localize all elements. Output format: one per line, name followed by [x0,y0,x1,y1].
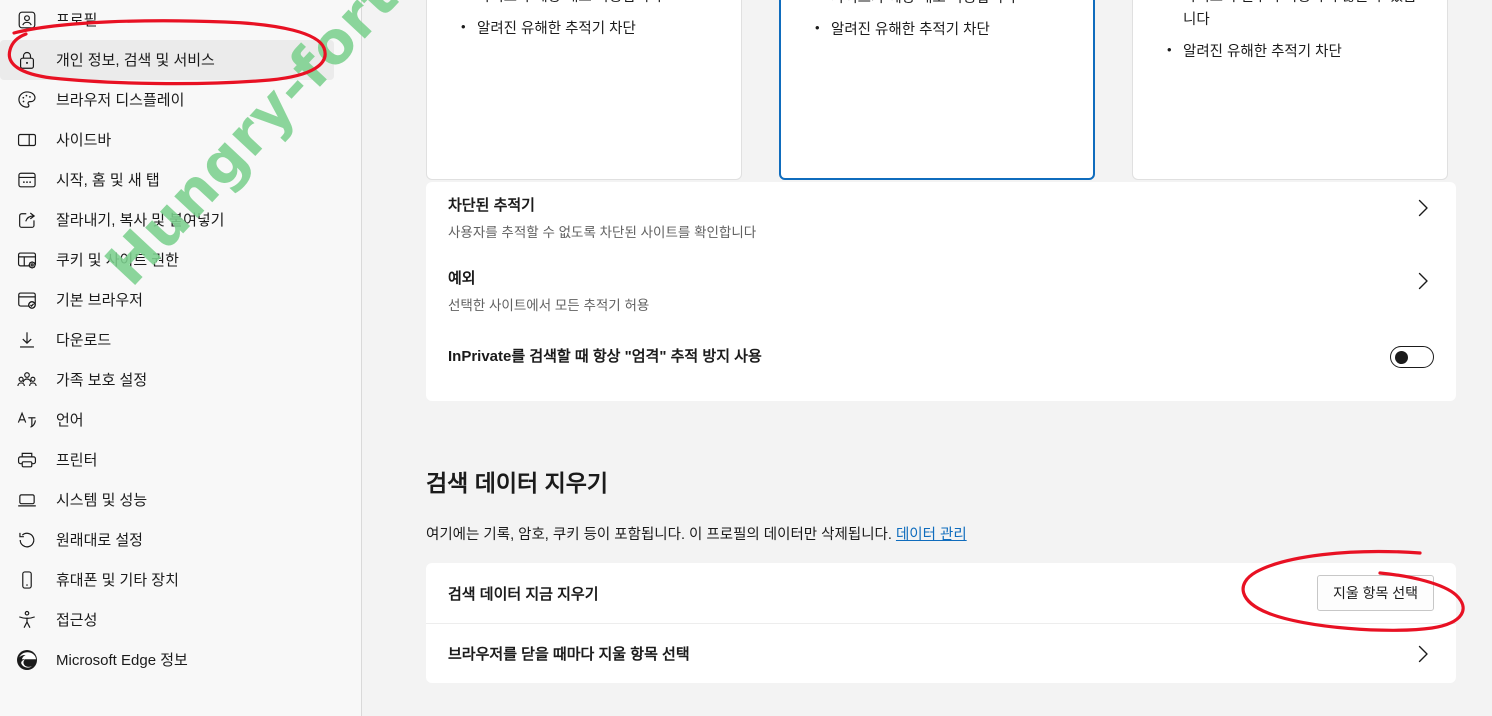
tracking-prevention-card-balanced[interactable]: 단합니다 콘텐츠와 광고는 개인 설정되지 않을 수 있습니다. 사이트가 예상… [779,0,1095,180]
sidebar-item-0[interactable]: 프로필 [0,0,334,40]
settings-page: 프로필개인 정보, 검색 및 서비스브라우저 디스플레이사이드바시작, 홈 및 … [0,0,1492,716]
sidebar-item-label: 시작, 홈 및 새 탭 [56,171,160,189]
row-subtitle: 사용자를 추적할 수 없도록 차단된 사이트를 확인합니다 [448,225,757,241]
tp-card-bullets: 콘텐츠와 광고는 개인 설정될 수 있습니다. 사이트가 예상 대로 작동합니다… [447,0,721,41]
row-clear-on-close[interactable]: 브라우저를 닫을 때마다 지울 항목 선택 [426,623,1456,683]
row-label: 검색 데이터 지금 지우기 [448,585,599,603]
sidebar-item-label: 프린터 [56,451,98,469]
sidebar-item-9[interactable]: 가족 보호 설정 [0,360,334,400]
sidebar-item-13[interactable]: 원래대로 설정 [0,520,334,560]
tracking-prevention-card-strict[interactable]: 차단합니다 콘텐츠와 광고는 개인 설정이 최소화될 것입니다. 사이트의 일부… [1132,0,1448,180]
sidebar-item-label: 잘라내기, 복사 및 붙여넣기 [56,211,225,229]
row-title: 예외 [448,270,476,288]
share-icon [14,207,40,233]
chevron-right-icon [1412,270,1434,292]
language-icon [14,407,40,433]
sidebar-item-label: 원래대로 설정 [56,531,143,549]
row-clear-now[interactable]: 검색 데이터 지금 지우기 지울 항목 선택 [426,563,1456,623]
sidebar-item-1[interactable]: 개인 정보, 검색 및 서비스 [0,40,334,80]
tp-bullet: 사이트가 예상 대로 작동합니다 [447,0,721,9]
sidebar-item-label: 기본 브라우저 [56,291,143,309]
profile-icon [14,7,40,33]
sidebar-item-3[interactable]: 사이드바 [0,120,334,160]
sidebar-item-label: 개인 정보, 검색 및 서비스 [56,51,215,69]
tp-bullet: 알려진 유해한 추적기 차단 [1153,40,1427,64]
download-icon [14,327,40,353]
sidebar-item-label: 쿠키 및 사이트 권한 [56,251,179,269]
tp-bullet: 사이트의 일부가 작동하지 않을 수 있습니다 [1153,0,1427,32]
phone-icon [14,567,40,593]
tracking-prevention-cards: 허용합니다 콘텐츠와 광고는 개인 설정될 수 있습니다. 사이트가 예상 대로… [426,0,1456,180]
sidebar-item-label: Microsoft Edge 정보 [56,651,188,669]
sidebar-item-6[interactable]: 쿠키 및 사이트 권한 [0,240,334,280]
settings-sidebar: 프로필개인 정보, 검색 및 서비스브라우저 디스플레이사이드바시작, 홈 및 … [0,0,362,716]
accessibility-icon [14,607,40,633]
sidebar-nav-list: 프로필개인 정보, 검색 및 서비스브라우저 디스플레이사이드바시작, 홈 및 … [0,0,361,680]
chevron-right-icon [1412,197,1434,219]
edge-logo-icon [14,647,40,673]
tracking-settings-card: 차단된 추적기 사용자를 추적할 수 없도록 차단된 사이트를 확인합니다 예외… [426,182,1456,401]
choose-what-to-clear-button[interactable]: 지울 항목 선택 [1316,575,1434,611]
default-browser-icon [14,287,40,313]
tp-bullet: 알려진 유해한 추적기 차단 [801,18,1073,42]
row-blocked-trackers[interactable]: 차단된 추적기 사용자를 추적할 수 없도록 차단된 사이트를 확인합니다 [426,182,1456,255]
sidebar-item-label: 접근성 [56,611,98,629]
cbd-description-text: 여기에는 기록, 암호, 쿠키 등이 포함됩니다. 이 프로필의 데이터만 삭제… [426,527,896,543]
clear-browsing-data-card: 검색 데이터 지금 지우기 지울 항목 선택 브라우저를 닫을 때마다 지울 항… [426,563,1456,683]
sidebar-item-12[interactable]: 시스템 및 성능 [0,480,334,520]
sidebar-item-label: 언어 [56,411,84,429]
sidebar-item-2[interactable]: 브라우저 디스플레이 [0,80,334,120]
sidebar-item-8[interactable]: 다운로드 [0,320,334,360]
row-title: 차단된 추적기 [448,197,535,214]
manage-data-link[interactable]: 데이터 관리 [896,527,967,543]
row-subtitle: 선택한 사이트에서 모든 추적기 허용 [448,298,650,314]
chevron-right-icon [1412,643,1434,665]
row-inprivate-strict[interactable]: InPrivate를 검색할 때 항상 "엄격" 추적 방지 사용 [426,328,1456,386]
tp-card-bullets: 콘텐츠와 광고는 개인 설정되지 않을 수 있습니다. 사이트가 예상 대로 작… [801,0,1073,42]
settings-main-content: 허용합니다 콘텐츠와 광고는 개인 설정될 수 있습니다. 사이트가 예상 대로… [362,0,1492,716]
family-icon [14,367,40,393]
row-label: 브라우저를 닫을 때마다 지울 항목 선택 [448,646,690,663]
sidebar-item-label: 시스템 및 성능 [56,491,148,509]
toggle-knob [1395,351,1408,365]
sidebar-item-5[interactable]: 잘라내기, 복사 및 붙여넣기 [0,200,334,240]
printer-icon [14,447,40,473]
sidebar-item-7[interactable]: 기본 브라우저 [0,280,334,320]
tp-bullet: 알려진 유해한 추적기 차단 [447,17,721,41]
sidebar-item-11[interactable]: 프린터 [0,440,334,480]
sidebar-item-label: 가족 보호 설정 [56,371,148,389]
sidebar-item-label: 다운로드 [56,331,112,349]
sidebar-item-16[interactable]: Microsoft Edge 정보 [0,640,334,680]
row-exceptions[interactable]: 예외 선택한 사이트에서 모든 추적기 허용 [426,255,1456,328]
clear-browsing-data-heading: 검색 데이터 지우기 [426,470,609,496]
clear-browsing-data-description: 여기에는 기록, 암호, 쿠키 등이 포함됩니다. 이 프로필의 데이터만 삭제… [426,523,967,544]
sidebar-item-label: 프로필 [56,11,98,29]
cookie-permissions-icon [14,247,40,273]
tp-card-bullets: 콘텐츠와 광고는 개인 설정이 최소화될 것입니다. 사이트의 일부가 작동하지… [1153,0,1427,64]
palette-icon [14,87,40,113]
tp-bullet: 사이트가 예상 대로 작동합니다 [801,0,1073,10]
tracking-prevention-card-basic[interactable]: 허용합니다 콘텐츠와 광고는 개인 설정될 수 있습니다. 사이트가 예상 대로… [426,0,742,180]
new-tab-icon [14,167,40,193]
sidebar-item-label: 사이드바 [56,131,112,149]
inprivate-strict-toggle[interactable] [1390,346,1434,369]
row-title: InPrivate를 검색할 때 항상 "엄격" 추적 방지 사용 [448,348,762,366]
sidebar-item-label: 브라우저 디스플레이 [56,91,185,109]
sidebar-icon [14,127,40,153]
sidebar-item-10[interactable]: 언어 [0,400,334,440]
reset-icon [14,527,40,553]
lock-icon [14,47,40,73]
sidebar-item-4[interactable]: 시작, 홈 및 새 탭 [0,160,334,200]
sidebar-item-15[interactable]: 접근성 [0,600,334,640]
system-icon [14,487,40,513]
sidebar-item-label: 휴대폰 및 기타 장치 [56,571,179,589]
sidebar-item-14[interactable]: 휴대폰 및 기타 장치 [0,560,334,600]
